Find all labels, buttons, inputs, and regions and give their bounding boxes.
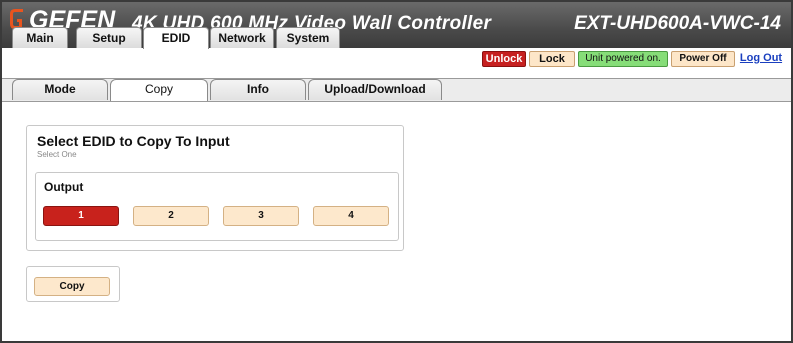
- panel-subtitle: Select One: [37, 150, 77, 159]
- power-status-badge: Unit powered on.: [578, 51, 668, 67]
- tab-setup[interactable]: Setup: [76, 27, 142, 48]
- tab-system[interactable]: System: [276, 27, 340, 48]
- panel-title: Select EDID to Copy To Input: [37, 133, 230, 149]
- model-number: EXT-UHD600A-VWC-14: [574, 13, 781, 34]
- copy-button[interactable]: Copy: [34, 277, 110, 296]
- tab-copy[interactable]: Copy: [110, 79, 208, 101]
- app-window: GEFEN 4K UHD 600 MHz Video Wall Controll…: [0, 0, 793, 343]
- tab-edid[interactable]: EDID: [143, 27, 209, 49]
- unlock-button[interactable]: Unlock: [482, 51, 526, 67]
- header-bar: GEFEN 4K UHD 600 MHz Video Wall Controll…: [2, 2, 791, 49]
- tab-main[interactable]: Main: [12, 27, 68, 48]
- output-option-2[interactable]: 2: [133, 206, 209, 226]
- log-out-link[interactable]: Log Out: [738, 51, 784, 67]
- output-option-3[interactable]: 3: [223, 206, 299, 226]
- edid-copy-panel: Select EDID to Copy To Input Select One …: [26, 125, 404, 251]
- output-option-1[interactable]: 1: [43, 206, 119, 226]
- output-group: Output 1 2 3 4: [35, 172, 399, 241]
- tab-network[interactable]: Network: [210, 27, 274, 48]
- tab-upload-download[interactable]: Upload/Download: [308, 79, 442, 100]
- copy-action-panel: Copy: [26, 266, 120, 302]
- power-off-button[interactable]: Power Off: [671, 51, 735, 67]
- tab-info[interactable]: Info: [210, 79, 306, 100]
- output-label: Output: [44, 180, 84, 194]
- tab-mode[interactable]: Mode: [12, 79, 108, 100]
- lock-button[interactable]: Lock: [529, 51, 575, 67]
- output-option-4[interactable]: 4: [313, 206, 389, 226]
